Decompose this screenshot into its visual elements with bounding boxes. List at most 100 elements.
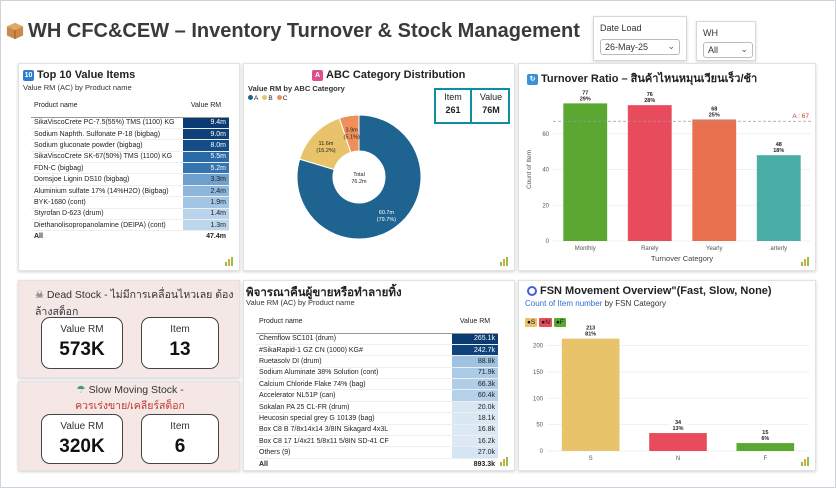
slow-table-cell-product: Ruetasolv DI (drum) [256,355,452,368]
slow-table-cell-value: 66.3k [452,378,498,391]
slow-table-row[interactable]: Box C8 B 7/8x14x14 3/8IN Sikagard 4x3L 16… [256,424,498,437]
abc-legend-label: B [268,95,273,102]
turnover-ytick: 40 [542,168,549,174]
turnover-xtick: Rarely [641,246,658,252]
top10-row[interactable]: SikaViscoCrete PC-7.5(55%) TMS (1100) KG… [31,117,229,129]
fsn-bar[interactable] [561,338,620,451]
abc-kpi-value-value: 76M [482,105,500,115]
fsn-bar[interactable] [649,433,707,451]
wh-slicer[interactable]: WH All ⌄ [696,21,756,61]
top10-col-product[interactable]: Product name [31,95,183,118]
abc-center-value: 76.2m [351,179,367,185]
fsn-bar[interactable] [736,443,795,451]
slow-table-row[interactable]: Accelerator NL51P (can) 60.4k [256,389,498,402]
turnover-panel: ↻ Turnover Ratio – สินค้าไหนหมุนเวียนเร็ว… [518,63,816,271]
fsn-xtick: F [763,456,767,462]
top10-cell-value: 2.4m [183,185,229,198]
slow-table-row[interactable]: Box C8 17 1/4x21 5/8x11 5/8IN SD-41 CF 16… [256,435,498,448]
turnover-xtick: arterly [770,246,787,252]
fsn-subtitle: Count of Item number by FSN Category [525,299,666,308]
slow-table-cell-product: Chemflow SC101 (drum) [256,333,452,345]
top10-cell-value: 1.4m [183,208,229,221]
abc-kpi-item-value: 261 [445,105,461,115]
slow-table-cell-product: Heucosin special grey G 10139 (bag) [256,412,452,425]
top10-body: SikaViscoCrete PC-7.5(55%) TMS (1100) KG… [31,117,229,243]
date-load-select[interactable]: 26-May-25 ⌄ [600,39,680,55]
top10-row[interactable]: Aluminium sulfate 17% (14%H2O) (Bigbag) 2… [31,185,229,198]
fsn-bar-chart[interactable]: 05010015020021381%S3413%N156%F [519,323,817,469]
abc-slice-value-label: 60.7m [379,210,395,216]
top10-title-text: Top 10 Value Items [37,69,136,81]
top10-row[interactable]: Sodium Naphth. Sulfonate P-18 (bigbag) 9.… [31,128,229,141]
abc-slice-value-label: 3.9m [346,128,359,134]
turnover-bar-chart[interactable]: 0204060Count of Item7729%Monthly7628%Rar… [519,84,817,268]
slow-stock-value-card: Value RM 320K [41,414,123,464]
top10-row[interactable]: BYK-1680 (cont) 1.9m [31,196,229,209]
abc-panel: A ABC Category Distribution Value RM by A… [243,63,515,271]
slow-table-cell-value: 265.1k [452,333,498,345]
top10-cell-product: BYK-1680 (cont) [31,196,183,209]
slow-stock-value: 320K [59,436,105,457]
box-icon [6,22,24,40]
slow-table-row[interactable]: Calcium Chloride Flake 74% (bag) 66.3k [256,378,498,391]
top10-cell-value: 1.3m [183,219,229,232]
wh-select[interactable]: All ⌄ [703,42,753,58]
slow-table-cell-value: 16.8k [452,424,498,437]
top10-row[interactable]: Styrofan D-623 (drum) 1.4m [31,208,229,221]
top10-cell-value: 8.0m [183,139,229,152]
fsn-ytick: 200 [533,344,544,350]
slow-table-row[interactable]: Sokalan PA 25 CL-FR (drum) 20.0k [256,401,498,414]
slow-table-row[interactable]: Chemflow SC101 (drum) 265.1k [256,333,498,345]
slow-table-row[interactable]: Ruetasolv DI (drum) 88.8k [256,355,498,368]
slow-table-row[interactable]: Heucosin special grey G 10139 (bag) 18.1k [256,412,498,425]
top10-row[interactable]: Domsjoe Lignin DS10 (bigbag) 3.3m [31,173,229,186]
slow-stock-title-text: Slow Moving Stock - [88,384,184,396]
turnover-bar[interactable] [627,105,672,242]
turnover-bar[interactable] [756,155,801,241]
turnover-bar[interactable] [692,119,737,241]
top10-cell-product: Diethanolisopropanolamine (DEIPA) (cont) [31,219,183,232]
top10-total-row: All 47.4m [31,230,229,243]
abc-donut-chart[interactable]: 60.7m(79.7%) 11.6m(15.2%) 3.9m(5.1%) Total7… [284,102,434,252]
top10-panel: 10 Top 10 Value Items Value RM (AC) by Pr… [18,63,240,271]
wh-label: WH [703,28,718,38]
slow-table-cell-product: Others (9) [256,446,452,459]
abc-slice-value-label: 11.6m [319,141,334,147]
slow-table-subtitle: Value RM (AC) by Product name [246,298,355,307]
abc-legend-item[interactable]: C [276,95,287,102]
slow-table-col-product[interactable]: Product name [256,311,452,334]
top10-cell-value: 5.2m [183,162,229,175]
abc-legend-item[interactable]: A [248,95,258,102]
fsn-xtick: S [589,456,593,462]
top10-cell-value: 5.5m [183,151,229,164]
slow-table-row[interactable]: Others (9) 27.0k [256,446,498,459]
slow-table: Product name Value RM Chemflow SC101 (dr… [256,311,498,470]
turnover-ytick: 0 [546,239,550,245]
top10-cell-value: 1.9m [183,196,229,209]
abc-legend-item[interactable]: B [262,95,273,102]
slow-stock-item-card: Item 6 [141,414,219,464]
turnover-icon: ↻ [527,73,538,85]
top10-row[interactable]: SikaViscoCrete SK-67(50%) TMS (1100) KG 5… [31,151,229,164]
slow-stock-panel: ☂ Slow Moving Stock - ควรเร่งขาย/เคลียร์… [18,381,240,471]
top10-col-value[interactable]: Value RM [183,95,229,118]
dead-stock-item-value: 13 [169,339,191,360]
top10-row[interactable]: Sodium gluconate powder (bigbag) 8.0m [31,139,229,152]
date-load-value: 26-May-25 [605,42,649,52]
top10-total-label: All [31,230,183,243]
slow-table-cell-value: 242.7k [452,344,498,357]
visual-spark-icon [801,257,811,266]
turnover-ytick: 60 [542,132,549,138]
top10-row[interactable]: FDN-C (bigbag) 5.2m [31,162,229,175]
slow-table-row[interactable]: #SikaRapid-1 GZ CN (1000) KG# 242.7k [256,344,498,357]
abc-kpi-item-label: Item [444,92,462,102]
top10-row[interactable]: Diethanolisopropanolamine (DEIPA) (cont)… [31,219,229,232]
top10-cell-product: SikaViscoCrete PC-7.5(55%) TMS (1100) KG [31,117,183,129]
turnover-percent-label: 29% [580,96,591,102]
date-load-slicer[interactable]: Date Load 26-May-25 ⌄ [593,16,687,61]
page-title: WH CFC&CEW – Inventory Turnover & Stock … [6,20,580,43]
turnover-bar[interactable] [563,103,608,241]
abc-kpi-card: Item 261 Value 76M [434,88,510,124]
slow-table-row[interactable]: Sodium Aluminate 38% Solution (cont) 71.9… [256,367,498,380]
slow-table-col-value[interactable]: Value RM [452,311,498,334]
